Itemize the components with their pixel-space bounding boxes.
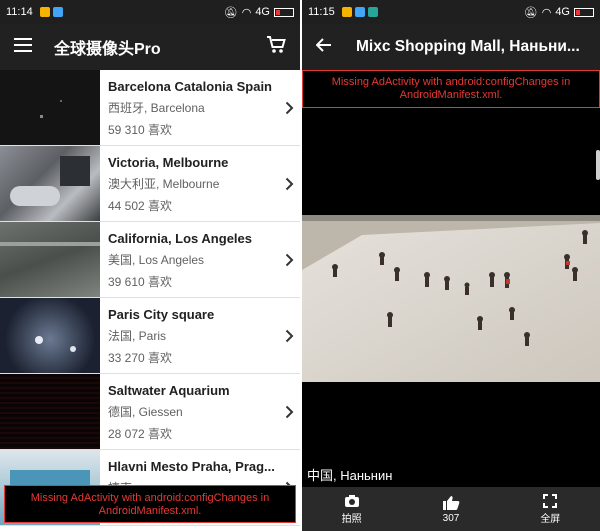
camera-thumbnail — [0, 146, 100, 221]
snapshot-label: 拍照 — [341, 513, 362, 525]
mute-icon: 🔕︎ — [523, 6, 538, 19]
camera-row[interactable]: Saltwater Aquarium 德国, Giessen 28 072 喜欢 — [0, 374, 300, 450]
network-type: 4G — [255, 6, 270, 18]
ad-warning-banner[interactable]: Missing AdActivity with android:configCh… — [302, 70, 600, 108]
snapshot-button[interactable]: 拍照 — [302, 487, 401, 531]
app-bar: Mixc Shopping Mall, Наньни... — [302, 24, 600, 70]
camera-likes: 39 610 喜欢 — [108, 275, 173, 289]
status-time: 11:14 — [6, 6, 33, 18]
mute-icon: 🔕︎ — [223, 6, 238, 19]
camera-location: 澳大利亚, Melbourne — [108, 177, 220, 191]
camera-row[interactable]: Barcelona Catalonia Spain 西班牙, Barcelona… — [0, 70, 300, 146]
camera-location: 法国, Paris — [108, 329, 167, 343]
camera-location: 美国, Los Angeles — [108, 253, 205, 267]
fullscreen-label: 全屏 — [540, 513, 561, 525]
camera-video[interactable] — [302, 215, 600, 382]
status-bar: 11:14 🔕︎ ◠ 4G — [0, 0, 300, 24]
app-notification-icon — [367, 7, 378, 17]
camera-location-caption: 中国, Наньнин — [307, 468, 393, 483]
camera-location: 德国, Giessen — [108, 405, 183, 419]
wifi-icon: ◠ — [241, 6, 252, 19]
network-type: 4G — [555, 6, 570, 18]
camera-title: Mixc Shopping Mall, Наньни... — [356, 38, 580, 55]
camera-name: Saltwater Aquarium — [108, 383, 230, 398]
camera-row[interactable]: Victoria, Melbourne 澳大利亚, Melbourne 44 5… — [0, 146, 300, 222]
like-button[interactable]: 307 — [401, 487, 500, 531]
battery-icon — [574, 7, 594, 17]
chevron-right-icon — [278, 374, 300, 449]
camera-likes: 59 310 喜欢 — [108, 123, 173, 137]
message-icon — [52, 7, 63, 17]
edge-scroll-handle[interactable] — [596, 150, 600, 180]
camera-location: 西班牙, Barcelona — [108, 101, 205, 115]
menu-icon[interactable] — [14, 37, 32, 57]
chevron-right-icon — [278, 298, 300, 373]
camera-name: Paris City square — [108, 307, 215, 322]
camera-row[interactable]: Paris City square 法国, Paris 33 270 喜欢 — [0, 298, 300, 374]
camera-list-screen: 11:14 🔕︎ ◠ 4G 全球摄像头Pro Barcelona Catalon… — [0, 0, 300, 531]
camera-view-screen: 11:15 🔕︎ ◠ 4G Mixc Shopping Mall, Наньни… — [302, 0, 600, 531]
fullscreen-icon — [543, 493, 558, 508]
camera-row[interactable]: California, Los Angeles 美国, Los Angeles … — [0, 222, 300, 298]
camera-name: Hlavni Mesto Praha, Prag... — [108, 459, 275, 474]
chevron-right-icon — [278, 70, 300, 145]
camera-list[interactable]: Barcelona Catalonia Spain 西班牙, Barcelona… — [0, 70, 300, 531]
like-count: 307 — [442, 512, 460, 524]
status-bar: 11:15 🔕︎ ◠ 4G — [302, 0, 600, 24]
camera-thumbnail — [0, 222, 100, 297]
camera-controls: 拍照 307 全屏 — [302, 487, 600, 531]
camera-likes: 28 072 喜欢 — [108, 427, 173, 441]
battery-icon — [274, 7, 294, 17]
notification-icon — [39, 7, 50, 17]
chevron-right-icon — [278, 222, 300, 297]
app-bar: 全球摄像头Pro — [0, 24, 300, 70]
camera-name: Victoria, Melbourne — [108, 155, 229, 170]
app-title: 全球摄像头Pro — [54, 41, 161, 58]
wifi-icon: ◠ — [541, 6, 552, 19]
chevron-right-icon — [278, 146, 300, 221]
camera-name: California, Los Angeles — [108, 231, 252, 246]
back-arrow-icon[interactable] — [315, 37, 332, 57]
fullscreen-button[interactable]: 全屏 — [501, 487, 600, 531]
cart-icon[interactable] — [266, 35, 286, 59]
status-time: 11:15 — [308, 6, 335, 18]
camera-thumbnail — [0, 374, 100, 449]
message-icon — [354, 7, 365, 17]
camera-likes: 44 502 喜欢 — [108, 199, 173, 213]
camera-icon — [344, 494, 359, 507]
camera-name: Barcelona Catalonia Spain — [108, 79, 272, 94]
ad-warning-banner[interactable]: Missing AdActivity with android:configCh… — [4, 485, 296, 523]
camera-thumbnail — [0, 298, 100, 373]
thumbs-up-icon — [442, 495, 460, 510]
notification-icon — [341, 7, 352, 17]
camera-thumbnail — [0, 70, 100, 145]
camera-likes: 33 270 喜欢 — [108, 351, 173, 365]
